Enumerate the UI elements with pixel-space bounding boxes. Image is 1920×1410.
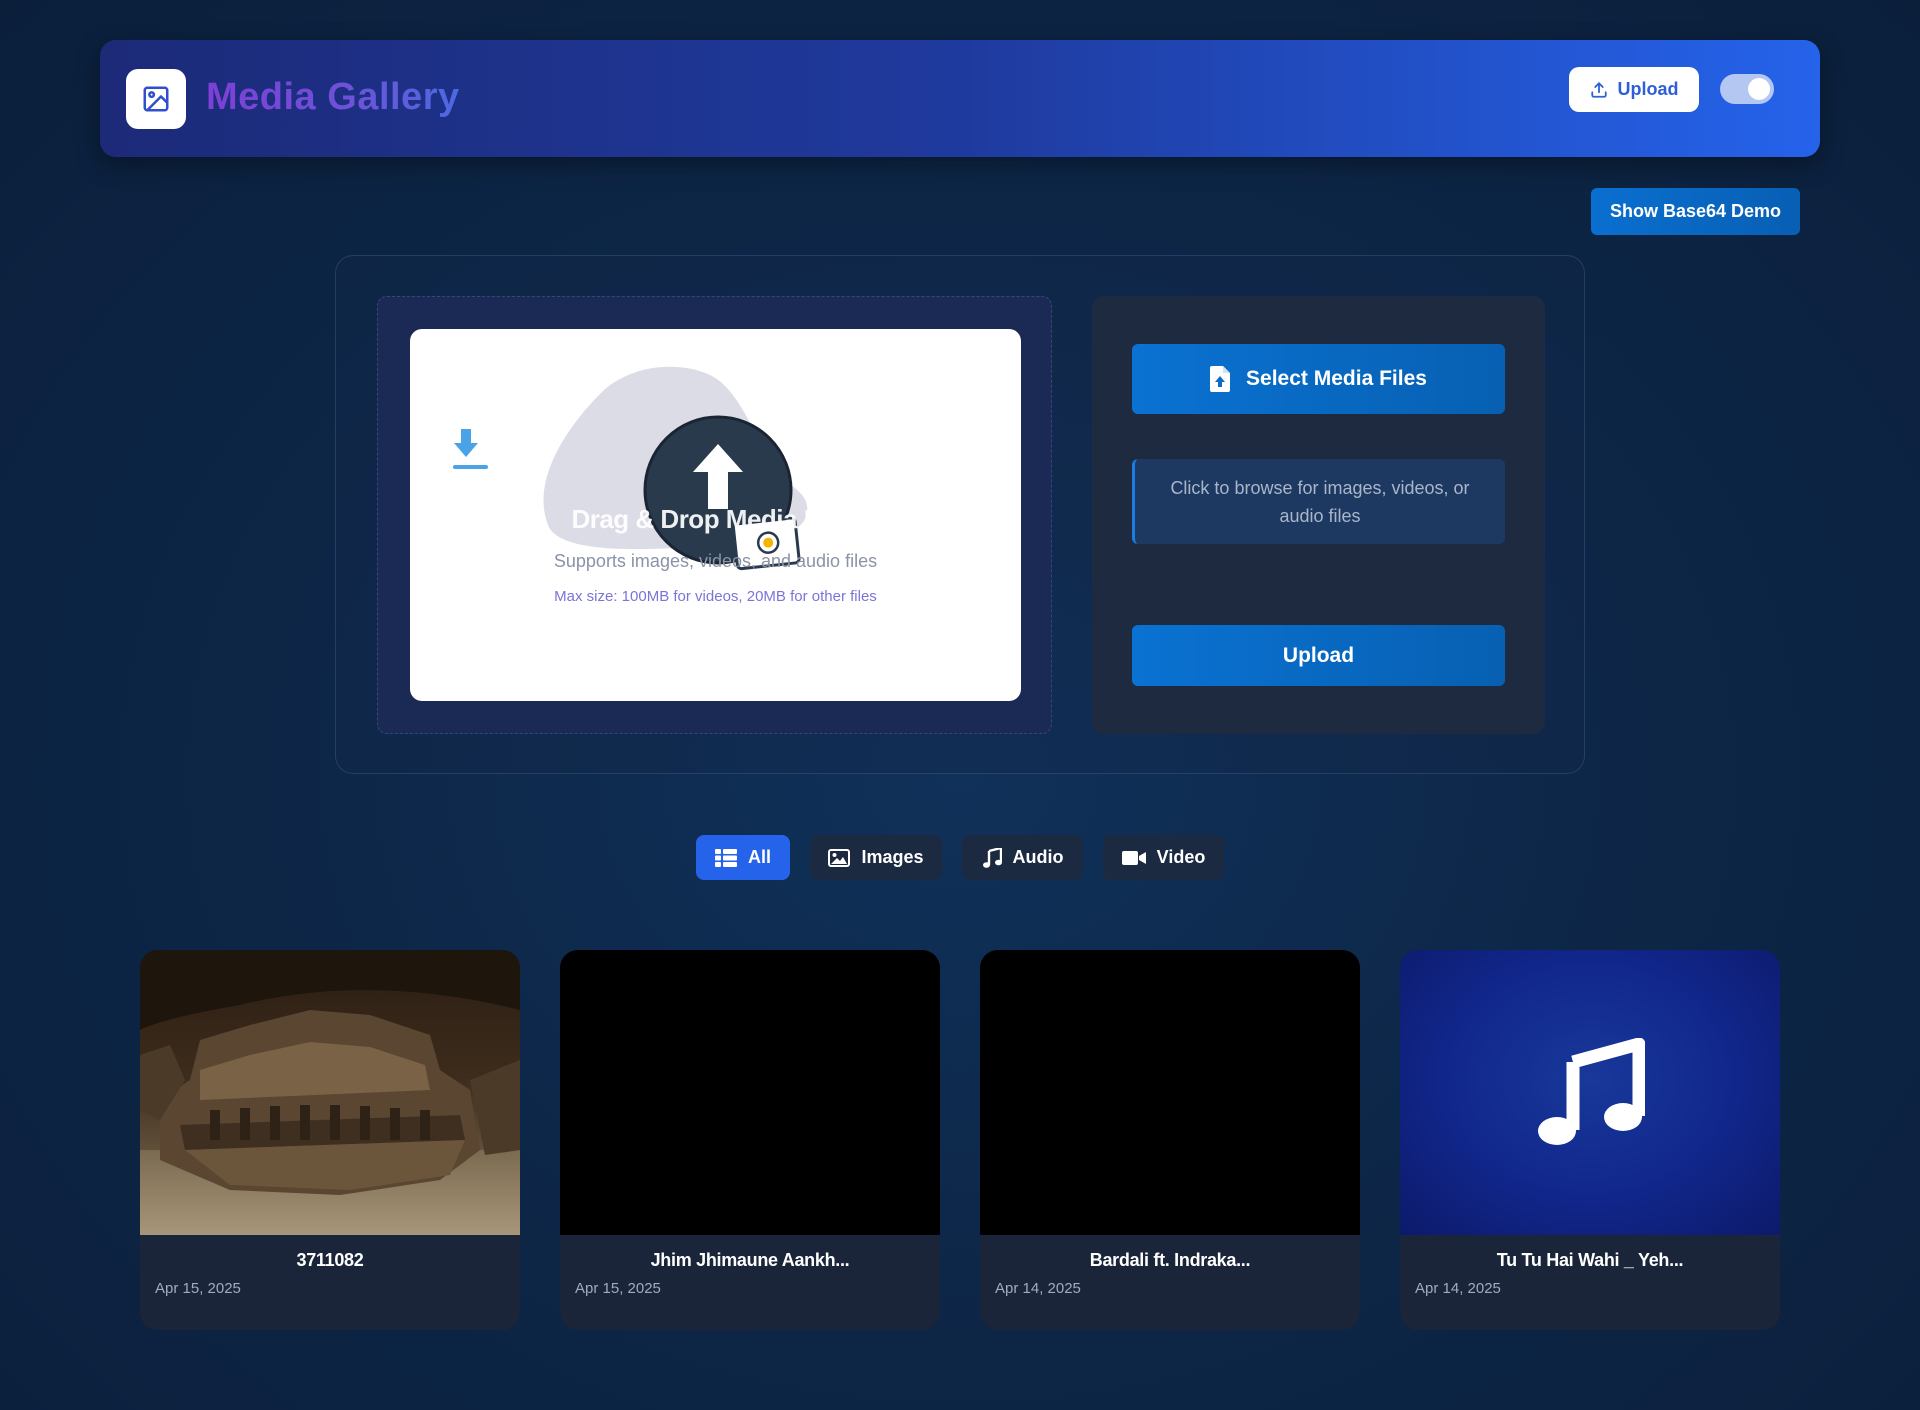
dropzone-max-size: Max size: 100MB for videos, 20MB for oth… xyxy=(554,588,877,605)
select-media-files-button[interactable]: Select Media Files xyxy=(1132,344,1505,414)
header-upload-label: Upload xyxy=(1617,79,1679,99)
file-upload-icon xyxy=(1210,366,1231,392)
tab-all[interactable]: All xyxy=(696,835,790,880)
video-thumbnail[interactable] xyxy=(980,950,1360,1235)
tab-audio-label: Audio xyxy=(1012,847,1064,867)
media-date: Apr 15, 2025 xyxy=(575,1280,661,1297)
media-name: Jhim Jhimaune Aankh... xyxy=(650,1250,850,1270)
theme-toggle[interactable] xyxy=(1720,74,1774,104)
download-arrow-icon xyxy=(453,429,488,469)
upload-button[interactable]: Upload xyxy=(1132,625,1505,686)
tab-images-label: Images xyxy=(861,847,924,867)
media-date: Apr 14, 2025 xyxy=(1415,1280,1501,1297)
media-card[interactable]: Tu Tu Hai Wahi _ Yeh... Apr 14, 2025 xyxy=(1400,950,1780,1330)
video-thumbnail[interactable] xyxy=(560,950,940,1235)
music-note-icon xyxy=(1538,1037,1645,1145)
app-header: Media Gallery Upload xyxy=(100,40,1820,157)
show-base64-demo-button[interactable]: Show Base64 Demo xyxy=(1591,188,1800,235)
upload-panel: Drag & Drop Media Here Supports images, … xyxy=(335,255,1585,774)
gallery-logo-icon xyxy=(126,69,186,129)
media-date: Apr 15, 2025 xyxy=(155,1280,241,1297)
media-name: Bardali ft. Indraka... xyxy=(1089,1250,1251,1270)
media-date: Apr 14, 2025 xyxy=(995,1280,1081,1297)
media-card[interactable]: 3711082 Apr 15, 2025 xyxy=(140,950,520,1330)
list-icon xyxy=(714,848,737,867)
image-icon xyxy=(828,848,851,867)
tab-audio[interactable]: Audio xyxy=(962,835,1083,880)
upload-icon xyxy=(1590,81,1607,98)
media-name: 3711082 xyxy=(296,1250,364,1270)
tab-video[interactable]: Video xyxy=(1103,835,1224,880)
tab-images[interactable]: Images xyxy=(810,835,942,880)
dropzone-subtitle: Supports images, videos, and audio files xyxy=(553,551,878,571)
media-card[interactable]: Jhim Jhimaune Aankh... Apr 15, 2025 xyxy=(560,950,940,1330)
header-upload-button[interactable]: Upload xyxy=(1569,67,1699,112)
toggle-knob xyxy=(1748,78,1770,100)
dropzone[interactable]: Drag & Drop Media Here Supports images, … xyxy=(410,329,1021,701)
app-title: Media Gallery xyxy=(206,76,460,118)
video-camera-icon xyxy=(1121,850,1146,865)
tab-video-label: Video xyxy=(1156,847,1206,867)
tab-all-label: All xyxy=(747,847,771,867)
media-card[interactable]: Bardali ft. Indraka... Apr 14, 2025 xyxy=(980,950,1360,1330)
music-icon xyxy=(982,847,1002,868)
image-thumbnail xyxy=(140,950,520,1235)
browse-hint[interactable]: Click to browse for images, videos, or a… xyxy=(1132,459,1505,544)
upload-controls: Select Media Files Click to browse for i… xyxy=(1092,296,1545,734)
dropzone-frame: Drag & Drop Media Here Supports images, … xyxy=(377,296,1052,734)
audio-thumbnail xyxy=(1400,950,1780,1235)
dropzone-title: Drag & Drop Media Here xyxy=(571,504,860,534)
select-media-files-label: Select Media Files xyxy=(1246,367,1427,390)
media-name: Tu Tu Hai Wahi _ Yeh... xyxy=(1496,1250,1684,1270)
